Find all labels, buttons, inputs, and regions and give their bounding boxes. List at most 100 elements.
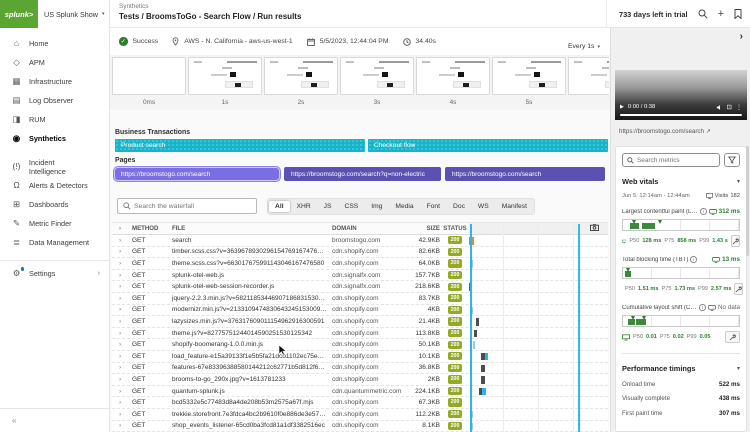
run-video-player[interactable]: ▶ 0:00 / 0:38 ⊡ ⋮ [615,70,747,120]
panel-expand-icon[interactable]: › [740,31,743,42]
resource-filter-pill[interactable]: Font [421,201,446,212]
expand-all-icon[interactable]: › [112,225,132,232]
col-size[interactable]: SIZE [414,225,442,232]
performance-timings-header[interactable]: Performance timings ▾ [622,364,740,373]
page-bar[interactable]: https://broomstogo.com/search [114,167,280,181]
table-row[interactable]: › GET trekkie.storefront.7e3fdca4bc2b961… [112,409,608,421]
row-expand-icon[interactable]: › [112,306,132,313]
row-expand-icon[interactable]: › [112,388,132,395]
table-row[interactable]: › GET theme.scss.css?v=66301767599114304… [112,258,608,270]
sidebar-item[interactable]: ◨ RUM [0,110,109,129]
sidebar-item[interactable]: ◉ Synthetics [0,129,109,148]
table-row[interactable]: › GET search broomstogo.com 42.9KB 200 [112,235,608,247]
row-expand-icon[interactable]: › [112,353,132,360]
table-row[interactable]: › GET splunk-otel-web.js cdn.signalfx.co… [112,270,608,282]
waterfall-search-input[interactable] [134,203,251,210]
table-row[interactable]: › GET splunk-otel-web-session-recorder.j… [112,281,608,293]
row-expand-icon[interactable]: › [112,295,132,302]
table-row[interactable]: › GET jquery-2.2.3.min.js?v=582118534469… [112,293,608,305]
sidebar-item[interactable]: ⌂ Home [0,34,109,53]
metrics-filter-button[interactable] [724,153,740,167]
filmstrip-frame[interactable]: 0ms [112,57,186,106]
resource-filter-pill[interactable]: WS [472,201,495,212]
sidebar-item[interactable]: ✎ Metric Finder [0,214,109,233]
table-row[interactable]: › GET load_feature-e15a39133f1e5b5fa21dc… [112,351,608,363]
waterfall-search[interactable] [117,198,257,214]
sidebar-item[interactable]: (!) Incident Intelligence [0,157,109,176]
table-row[interactable]: › GET shop_events_listener-65cd0ba3fcd81… [112,421,608,432]
page-url-link[interactable]: https://broomstogo.com/search ↗ [619,128,711,135]
sidebar-collapse-button[interactable]: « [0,408,109,432]
resource-filter-pill[interactable]: All [269,201,290,212]
page-bar[interactable]: https://broomstogo.com/search [445,167,605,181]
filmstrip-frame[interactable] [568,57,609,106]
scrollbar[interactable] [746,146,749,256]
resource-filter-pill[interactable]: XHR [291,201,317,212]
sidebar-item[interactable]: ◇ APM [0,53,109,72]
sidebar-item[interactable]: ≣ Data Management [0,233,109,252]
row-expand-icon[interactable]: › [112,237,132,244]
resource-filter-pill[interactable]: JS [318,201,338,212]
row-expand-icon[interactable]: › [112,399,132,406]
filmstrip-interval-select[interactable]: Every 1s ▾ [568,43,600,50]
row-expand-icon[interactable]: › [112,330,132,337]
sidebar-item[interactable]: ▤ Log Observer [0,91,109,110]
page-bar[interactable]: https://broomstogo.com/search?q=non-elec… [284,167,441,181]
resource-filter-pill[interactable]: Doc [447,201,471,212]
table-row[interactable]: › GET quantum-splunk.js cdn.quantummetri… [112,386,608,398]
filmstrip-frame[interactable]: 1s [188,57,262,106]
filmstrip-frame[interactable]: 3s [340,57,414,106]
col-domain[interactable]: DOMAIN [332,225,414,232]
table-row[interactable]: › GET timber.scss.css?v=3639678930296154… [112,247,608,259]
row-expand-icon[interactable]: › [112,341,132,348]
sidebar-item[interactable]: ⚙ Settings › [0,260,109,286]
add-icon[interactable]: + [718,9,724,20]
table-row[interactable]: › GET shopify-boomerang-1.0.0.min.js cdn… [112,339,608,351]
wrench-icon[interactable] [731,235,740,247]
transaction-bar[interactable]: Checkout flow [368,139,608,152]
info-icon[interactable]: i [690,256,697,263]
table-row[interactable]: › GET modernizr.min.js?v=213310947483064… [112,305,608,317]
col-method[interactable]: METHOD [132,225,172,232]
wrench-icon[interactable] [725,331,740,343]
table-row[interactable]: › GET theme.js?v=82775751244014590251530… [112,328,608,340]
table-row[interactable]: › GET lazysizes.min.js?v=376317609011154… [112,316,608,328]
row-expand-icon[interactable]: › [112,248,132,255]
resource-filter-pill[interactable]: Manifest [496,201,533,212]
filmstrip-frame[interactable]: 5s [492,57,566,106]
row-expand-icon[interactable]: › [112,411,132,418]
wrench-icon[interactable] [734,283,743,295]
resource-filter-pill[interactable]: CSS [338,201,364,212]
sidebar-item[interactable]: ⊞ Dashboards [0,195,109,214]
kebab-menu-icon[interactable]: ⋮ [736,104,742,111]
info-icon[interactable]: i [700,208,707,215]
web-vitals-header[interactable]: Web vitals ▾ [622,177,740,186]
video-progress-bar[interactable] [620,114,742,117]
volume-icon[interactable] [716,104,723,111]
row-expand-icon[interactable]: › [112,422,132,429]
row-expand-icon[interactable]: › [112,283,132,290]
transaction-bar[interactable]: Product search [115,139,365,152]
row-expand-icon[interactable]: › [112,318,132,325]
resource-filter-pill[interactable]: Media [389,201,419,212]
sidebar-item[interactable]: ▦ Infrastructure [0,72,109,91]
resource-filter-pill[interactable]: Img [365,201,388,212]
bookmark-icon[interactable] [734,9,742,19]
row-expand-icon[interactable]: › [112,364,132,371]
search-icon[interactable] [698,9,708,19]
row-expand-icon[interactable]: › [112,272,132,279]
fullscreen-icon[interactable]: ⊡ [727,103,732,111]
info-icon[interactable]: i [699,304,706,311]
col-status[interactable]: STATUS [442,225,468,232]
filmstrip-frame[interactable]: 2s [264,57,338,106]
col-file[interactable]: FILE [172,225,332,232]
sidebar-item[interactable]: Ω Alerts & Detectors [0,176,109,195]
metrics-search[interactable] [622,153,720,167]
workspace-switcher[interactable]: US Splunk Show ▾ [44,10,104,19]
table-row[interactable]: › GET brooms-to-go_290x.jpg?v=1613781233… [112,374,608,386]
filmstrip-frame[interactable]: 4s [416,57,490,106]
table-row[interactable]: › GET bcd5332e5c77483d8a4de208b53m2575a6… [112,397,608,409]
table-row[interactable]: › GET features-67e83396388580144212c6277… [112,363,608,375]
row-expand-icon[interactable]: › [112,260,132,267]
screenshot-camera-icon[interactable] [590,224,599,231]
